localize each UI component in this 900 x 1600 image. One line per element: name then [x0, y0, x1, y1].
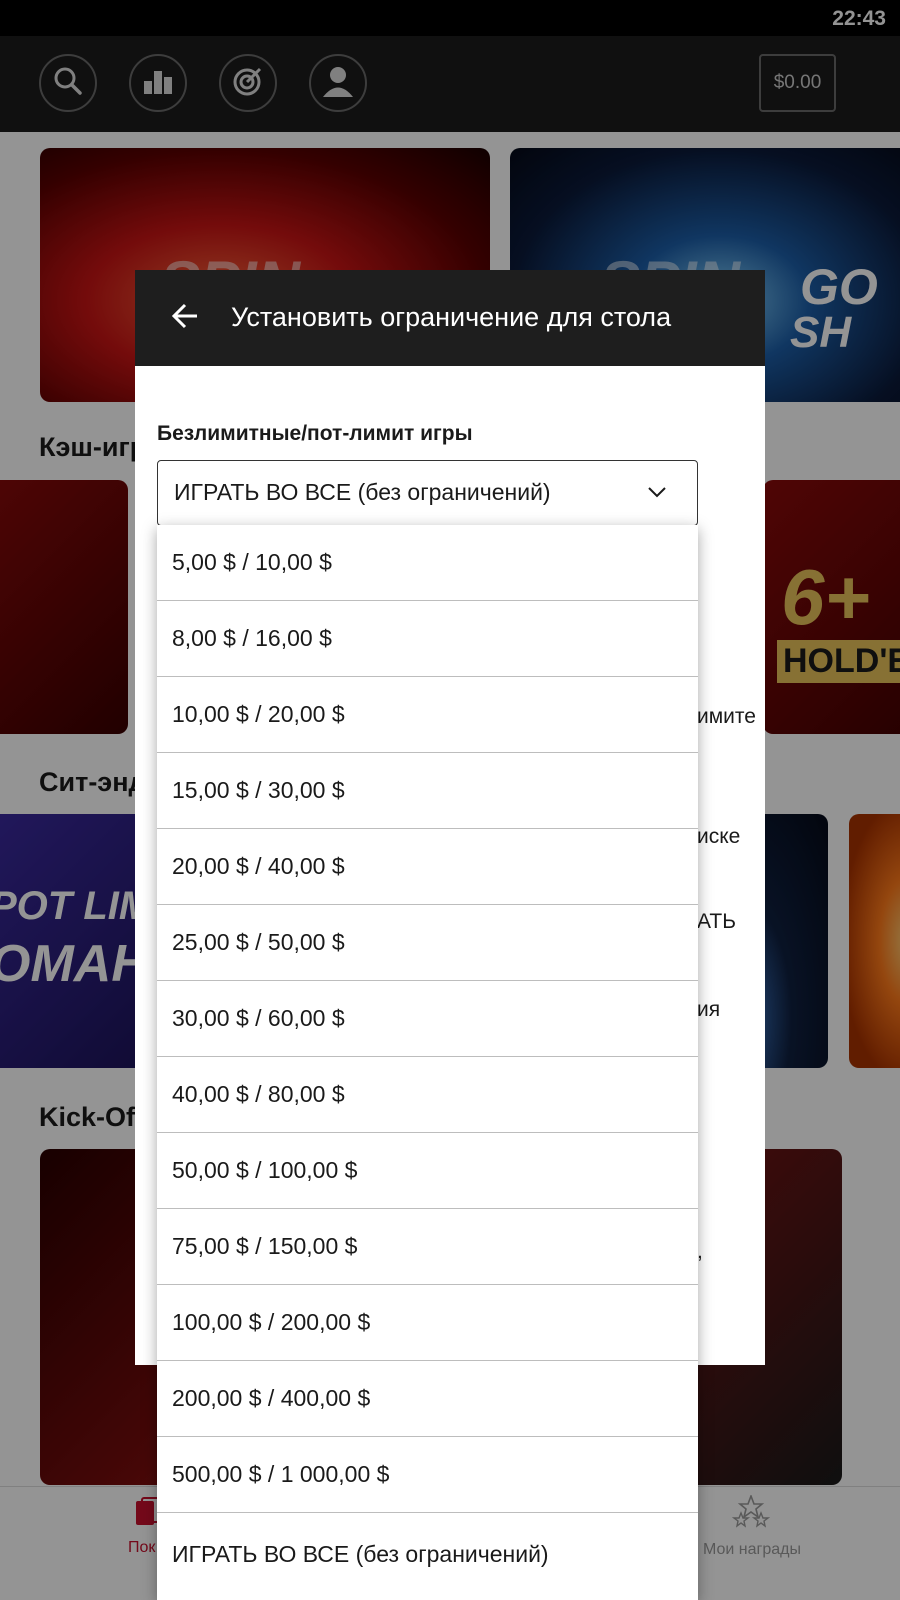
limit-option[interactable]: 100,00 $ / 200,00 $ — [157, 1285, 698, 1361]
limit-option-play-all[interactable]: ИГРАТЬ ВО ВСЕ (без ограничений) — [157, 1513, 698, 1596]
dialog-text-fragment: ия — [697, 998, 721, 1021]
dialog-text-fragment: АТЬ — [697, 910, 736, 933]
back-button[interactable] — [165, 298, 205, 338]
dialog-text-fragment: имите — [697, 705, 756, 728]
limit-option[interactable]: 8,00 $ / 16,00 $ — [157, 601, 698, 677]
arrow-left-icon — [171, 303, 199, 334]
limit-option[interactable]: 20,00 $ / 40,00 $ — [157, 829, 698, 905]
limit-option[interactable]: 5,00 $ / 10,00 $ — [157, 525, 698, 601]
dialog-text-fragment: иске — [697, 825, 741, 848]
limit-option[interactable]: 75,00 $ / 150,00 $ — [157, 1209, 698, 1285]
limit-field-label: Безлимитные/пот-лимит игры — [157, 422, 473, 445]
limit-dropdown-menu: 5,00 $ / 10,00 $ 8,00 $ / 16,00 $ 10,00 … — [157, 525, 698, 1600]
limit-option[interactable]: 40,00 $ / 80,00 $ — [157, 1057, 698, 1133]
limit-select[interactable]: ИГРАТЬ ВО ВСЕ (без ограничений) — [157, 460, 698, 526]
limit-option[interactable]: 50,00 $ / 100,00 $ — [157, 1133, 698, 1209]
limit-option[interactable]: 200,00 $ / 400,00 $ — [157, 1361, 698, 1437]
limit-option[interactable]: 500,00 $ / 1 000,00 $ — [157, 1437, 698, 1513]
dialog-header: Установить ограничение для стола — [135, 270, 765, 366]
limit-option[interactable]: 15,00 $ / 30,00 $ — [157, 753, 698, 829]
chevron-down-icon — [647, 485, 667, 504]
limit-option[interactable]: 30,00 $ / 60,00 $ — [157, 981, 698, 1057]
limit-option[interactable]: 25,00 $ / 50,00 $ — [157, 905, 698, 981]
limit-select-value: ИГРАТЬ ВО ВСЕ (без ограничений) — [174, 479, 551, 505]
limit-option[interactable]: 10,00 $ / 20,00 $ — [157, 677, 698, 753]
dialog-title: Установить ограничение для стола — [231, 302, 672, 332]
